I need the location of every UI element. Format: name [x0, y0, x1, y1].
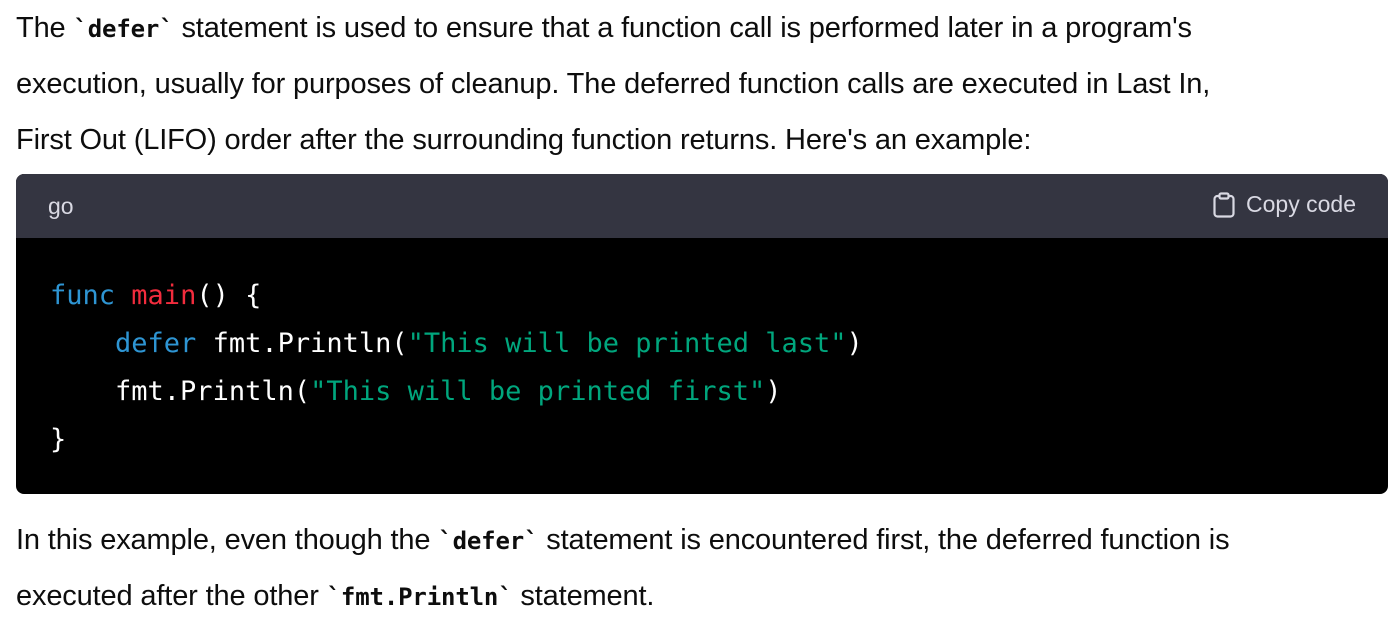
code-language-label: go [48, 193, 74, 219]
code-line: func main() { [50, 272, 261, 320]
outro-line-1: In this example, even though the `defer`… [16, 512, 1388, 568]
intro-text: The [16, 12, 74, 44]
intro-line-3: First Out (LIFO) order after the surroun… [16, 124, 1032, 156]
code-punctuation: ) [846, 328, 863, 359]
code-punctuation: () { [196, 280, 262, 311]
inline-code-defer: `defer` [73, 15, 174, 43]
clipboard-icon [1212, 191, 1236, 218]
code-punctuation: ) [765, 376, 782, 407]
code-header: go Copy code [16, 174, 1388, 238]
code-line: } [50, 416, 66, 464]
code-string: "This will be printed last" [407, 328, 847, 359]
code-call: fmt.Println( [196, 328, 408, 359]
inline-code-defer: `defer` [438, 527, 539, 555]
inline-code-println: `fmt.Println` [326, 583, 513, 611]
code-line: fmt.Println("This will be printed first"… [50, 368, 782, 416]
copy-code-label: Copy code [1246, 191, 1356, 217]
copy-code-button[interactable]: Copy code [1212, 191, 1356, 218]
intro-line-1: The `defer` statement is used to ensure … [16, 0, 1388, 56]
outro-text: statement. [512, 580, 655, 612]
outro-text: statement is encountered first, the defe… [538, 524, 1230, 556]
intro-line-2: execution, usually for purposes of clean… [16, 68, 1211, 100]
intro-text: statement is used to ensure that a funct… [173, 12, 1192, 44]
code-line: defer fmt.Println("This will be printed … [50, 320, 863, 368]
outro-paragraph: In this example, even though the `defer`… [16, 512, 1388, 624]
outro-text: executed after the other [16, 580, 327, 612]
code-block: go Copy code func main() { defer fmt.Pri… [16, 174, 1388, 494]
code-punctuation: } [50, 424, 67, 455]
intro-paragraph: The `defer` statement is used to ensure … [16, 0, 1388, 168]
code-call: fmt.Println( [115, 376, 311, 407]
code-body: func main() { defer fmt.Println("This wi… [16, 238, 1388, 494]
code-string: "This will be printed first" [310, 376, 766, 407]
code-keyword: func [50, 280, 116, 311]
code-keyword: defer [115, 328, 197, 359]
code-function-name: main [131, 280, 197, 311]
outro-text: In this example, even though the [16, 524, 439, 556]
